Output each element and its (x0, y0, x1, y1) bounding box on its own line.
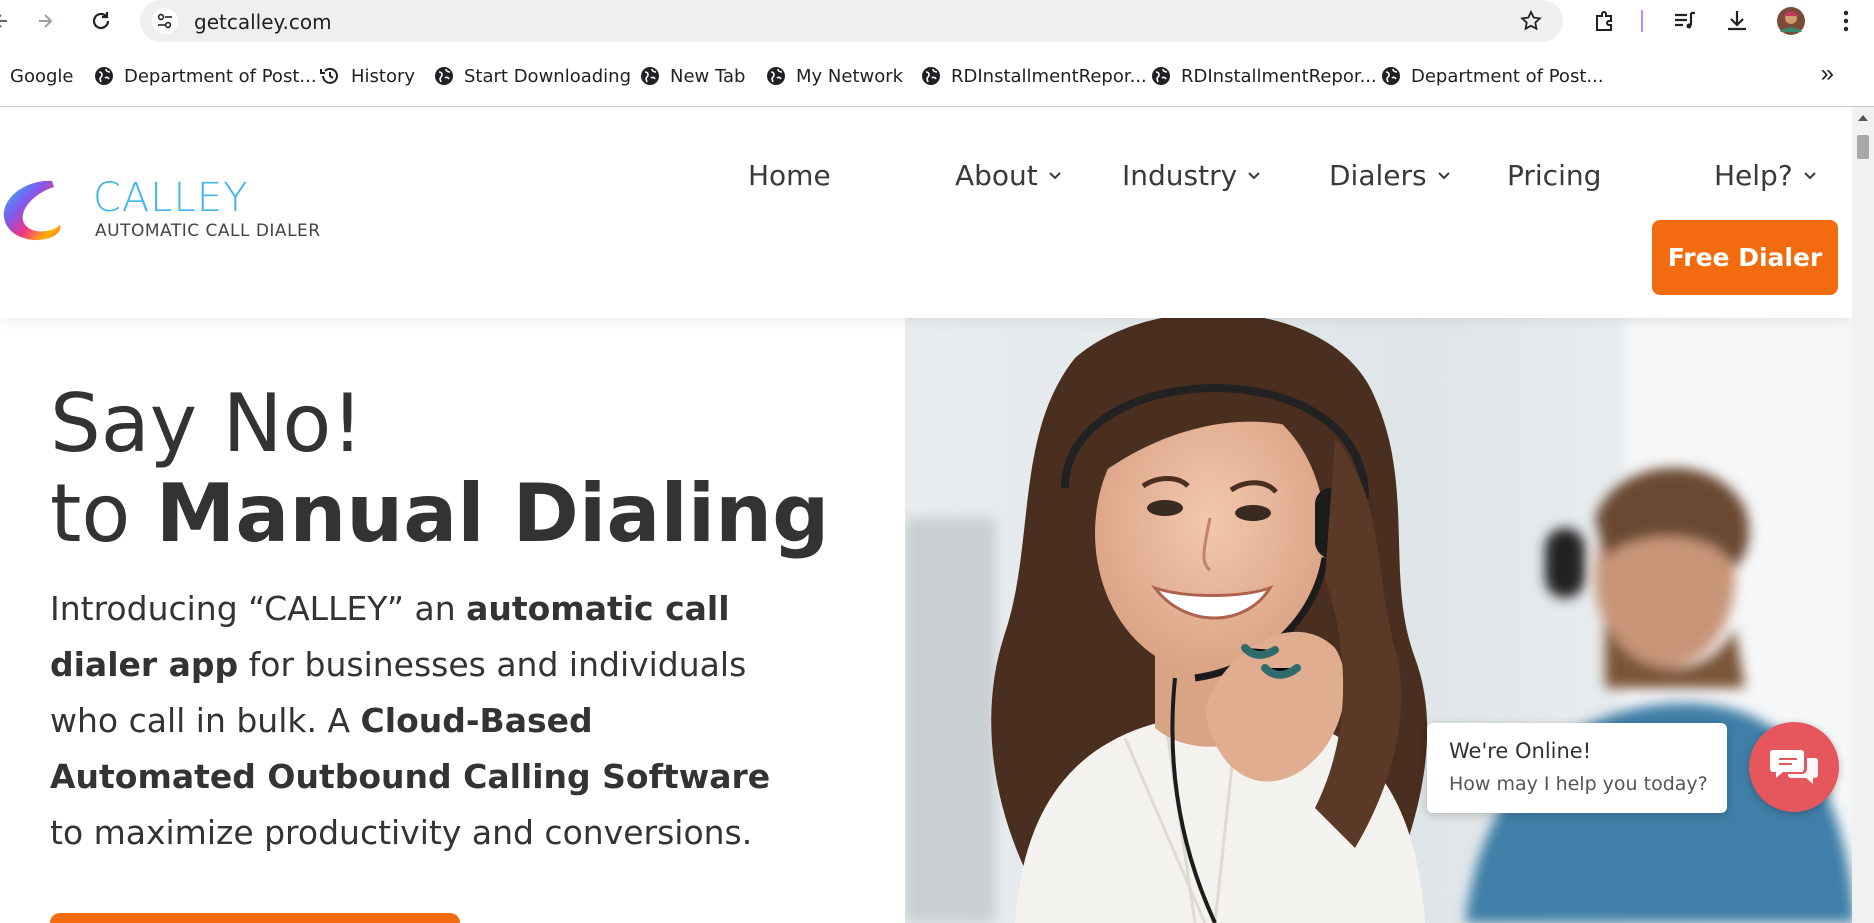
puzzle-icon (1596, 11, 1612, 31)
globe-icon (94, 66, 114, 86)
more-bookmarks-button[interactable]: » (1821, 60, 1834, 88)
bookmark-label: Department of Post... (124, 65, 317, 87)
nav-industry[interactable]: Industry (1122, 159, 1261, 192)
avatar-icon (1777, 7, 1805, 35)
nav-label: Pricing (1507, 159, 1602, 192)
nav-pricing[interactable]: Pricing (1507, 159, 1601, 192)
chat-subtitle: How may I help you today? (1449, 773, 1708, 795)
download-icon (1728, 11, 1746, 31)
hero-description: Introducing “CALLEY” an automatic call d… (50, 581, 810, 861)
bookmark-item[interactable]: RDInstallmentRepor... (1151, 60, 1377, 92)
globe-icon (1151, 66, 1171, 86)
nav-help[interactable]: Help? (1714, 159, 1817, 192)
globe-icon (921, 66, 941, 86)
nav-label: About (955, 159, 1038, 192)
forward-button[interactable] (30, 6, 60, 36)
nav-about[interactable]: About (955, 159, 1062, 192)
bookmark-label: Department of Post... (1411, 65, 1604, 87)
bookmark-item[interactable]: Department of Post... (94, 60, 317, 92)
url-text[interactable]: getcalley.com (194, 10, 332, 34)
reload-icon (92, 12, 110, 30)
back-arrow-icon (0, 14, 7, 28)
hero-heading-prefix: to (50, 467, 156, 560)
chat-launcher-button[interactable] (1749, 722, 1839, 812)
downloads-button[interactable] (1722, 6, 1752, 36)
logo-tagline: AUTOMATIC CALL DIALER (95, 221, 321, 241)
chat-greeting-bubble[interactable]: We're Online! How may I help you today? (1427, 723, 1727, 813)
profile-avatar[interactable] (1776, 6, 1806, 36)
hero-text: to maximize productivity and conversions… (50, 813, 753, 852)
bookmark-label: History (351, 65, 416, 87)
bookmark-label: Google (10, 65, 74, 87)
history-icon (319, 65, 341, 87)
calley-logo-icon[interactable] (0, 173, 70, 253)
forward-arrow-icon (39, 14, 53, 28)
chevron-down-icon (1803, 171, 1817, 181)
site-info-icon[interactable] (152, 8, 178, 34)
toolbar-separator (1641, 10, 1643, 32)
site-header: CALLEY AUTOMATIC CALL DIALER Home About … (0, 107, 1852, 318)
globe-icon (434, 66, 454, 86)
nav-label: Dialers (1329, 159, 1427, 192)
bookmark-label: My Network (796, 65, 904, 87)
web-page: CALLEY AUTOMATIC CALL DIALER Home About … (0, 107, 1852, 923)
bookmark-item[interactable]: New Tab (640, 60, 745, 92)
scroll-thumb[interactable] (1857, 135, 1869, 159)
globe-icon (640, 66, 660, 86)
bookmark-item[interactable]: Department of Post... (1381, 60, 1604, 92)
bookmark-item[interactable]: My Network (766, 60, 903, 92)
reload-button[interactable] (86, 6, 116, 36)
nav-label: Industry (1122, 159, 1238, 192)
chevron-down-icon (1437, 171, 1451, 181)
bookmark-item[interactable]: Start Downloading (434, 60, 631, 92)
chevron-down-icon (1247, 171, 1261, 181)
bookmark-star-icon[interactable] (1519, 9, 1543, 38)
bookmark-label: New Tab (670, 65, 746, 87)
nav-label: Home (748, 159, 831, 192)
free-dialer-button[interactable]: Free Dialer (1652, 220, 1838, 295)
chevron-down-icon (1048, 171, 1062, 181)
nav-label: Help? (1714, 159, 1793, 192)
media-button[interactable] (1670, 6, 1700, 36)
hero-cta-button[interactable] (50, 913, 460, 923)
page-scrollbar[interactable] (1852, 107, 1874, 923)
bookmark-item[interactable]: History (319, 60, 415, 92)
hero-text: Introducing “CALLEY” an (50, 589, 467, 628)
hero-heading-line1: Say No! (50, 377, 364, 470)
globe-icon (766, 66, 786, 86)
bookmark-label: RDInstallmentRepor... (951, 65, 1147, 87)
chat-title: We're Online! (1449, 739, 1592, 763)
bookmark-label: Start Downloading (464, 65, 632, 87)
chat-bubbles-icon (1770, 750, 1818, 784)
chrome-menu-button[interactable] (1831, 6, 1861, 36)
kebab-menu-icon (1843, 10, 1849, 32)
hero-heading-line2: to Manual Dialing (50, 467, 829, 560)
back-button[interactable] (0, 6, 16, 36)
extensions-button[interactable] (1590, 6, 1620, 36)
bookmark-label: RDInstallmentRepor... (1181, 65, 1377, 87)
bookmark-item[interactable]: Google (10, 60, 73, 92)
scroll-up-arrow-icon[interactable] (1858, 115, 1868, 121)
globe-icon (1381, 66, 1401, 86)
bookmarks-bar: Google Department of Post... History Sta… (0, 56, 1874, 96)
hero-photo-call-center-agents (905, 318, 1852, 923)
queue-music-icon (1675, 11, 1695, 29)
logo-name: CALLEY (93, 175, 249, 221)
address-bar[interactable]: getcalley.com (140, 0, 1563, 42)
nav-home[interactable]: Home (748, 159, 831, 192)
browser-toolbar: getcalley.com (0, 0, 1874, 42)
bookmark-item[interactable]: RDInstallmentRepor... (921, 60, 1147, 92)
hero-heading-bold: Manual Dialing (155, 467, 830, 560)
nav-dialers[interactable]: Dialers (1329, 159, 1451, 192)
